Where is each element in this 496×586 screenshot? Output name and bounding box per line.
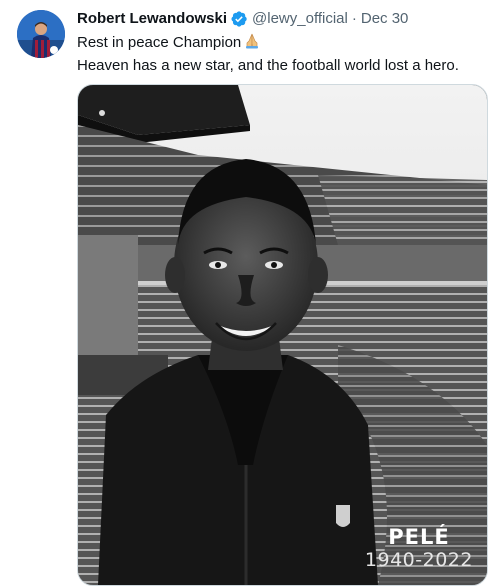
tweet-text: Rest in peace Champion Heaven has a new … <box>77 32 487 76</box>
tweet-line-2: Heaven has a new star, and the football … <box>77 57 459 74</box>
photo-caption: PELÉ 1940-2022 <box>365 525 473 571</box>
caption-name: PELÉ <box>388 525 450 549</box>
tweet[interactable]: Robert Lewandowski @lewy_official · Dec … <box>0 0 496 586</box>
tweet-photo[interactable]: PELÉ 1940-2022 <box>77 84 488 586</box>
pele-photo <box>78 85 487 585</box>
tweet-date[interactable]: Dec 30 <box>361 9 409 29</box>
tweet-header: Robert Lewandowski @lewy_official · Dec … <box>77 9 408 29</box>
author-name[interactable]: Robert Lewandowski <box>77 9 227 29</box>
tweet-line-1: Rest in peace Champion <box>77 32 487 55</box>
verified-badge-icon <box>230 10 248 28</box>
author-handle[interactable]: @lewy_official <box>252 9 348 29</box>
caption-years: 1940-2022 <box>364 549 473 571</box>
avatar-image <box>17 10 65 58</box>
folded-hands-icon <box>243 32 261 55</box>
separator-dot: · <box>351 10 357 27</box>
avatar[interactable] <box>17 10 65 58</box>
tweet-line-1-text: Rest in peace Champion <box>77 34 242 51</box>
